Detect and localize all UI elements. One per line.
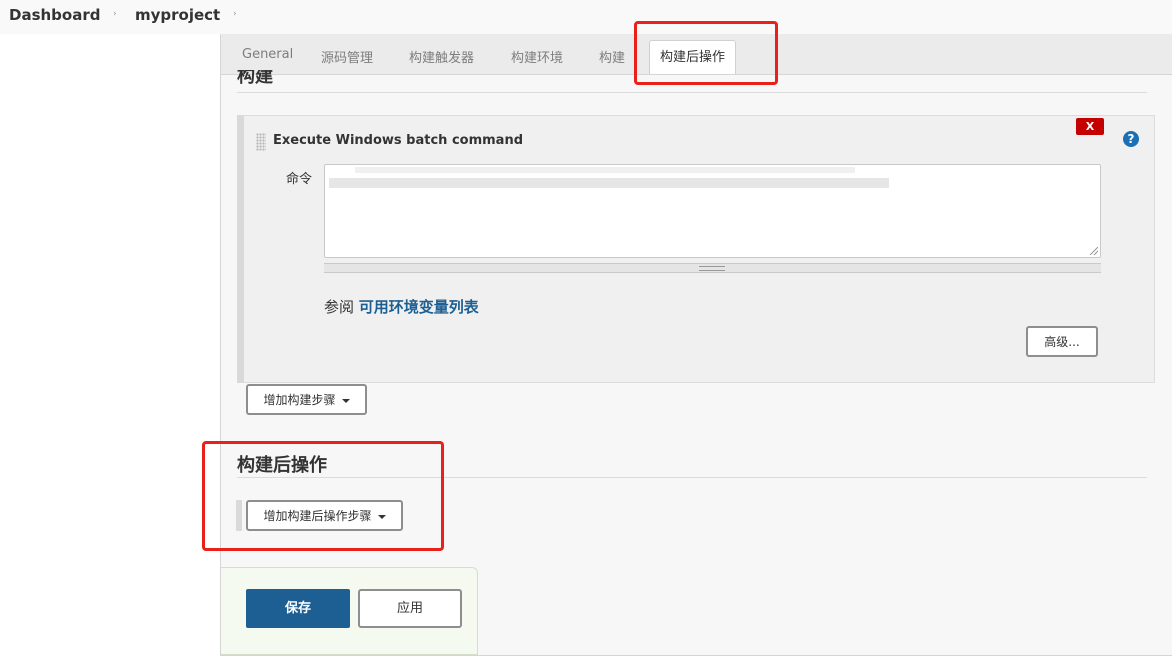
advanced-button[interactable]: 高级... — [1026, 326, 1098, 357]
chevron-down-icon — [377, 514, 386, 519]
delete-step-button[interactable]: X — [1076, 118, 1104, 135]
bottom-action-bar: 保存 应用 — [221, 567, 478, 655]
build-step-execute-windows-batch: Execute Windows batch command X 命令 参阅 可用… — [237, 115, 1155, 383]
config-panel: General 源码管理 构建触发器 构建环境 构建 构建后操作 构建 Exec… — [220, 34, 1172, 656]
command-label: 命令 — [286, 172, 313, 187]
tab-build-environment[interactable]: 构建环境 — [511, 47, 563, 66]
post-build-title: 构建后操作 — [237, 455, 327, 476]
see-also-prefix: 参阅 — [324, 298, 355, 316]
section-divider — [237, 92, 1147, 93]
save-button[interactable]: 保存 — [246, 589, 350, 628]
redacted-command-text — [329, 178, 889, 188]
chevron-down-icon — [341, 398, 350, 403]
help-icon[interactable]: ? — [1123, 131, 1139, 147]
add-post-build-step-button[interactable]: 增加构建后操作步骤 — [246, 500, 403, 531]
tab-build-triggers[interactable]: 构建触发器 — [409, 47, 474, 66]
config-tabbar: General 源码管理 构建触发器 构建环境 构建 构建后操作 — [221, 34, 1172, 75]
breadcrumb-myproject[interactable]: myproject — [135, 6, 220, 24]
tab-build[interactable]: 构建 — [599, 47, 625, 66]
redacted-command-text — [355, 167, 855, 173]
breadcrumb-separator-icon: › — [113, 9, 117, 19]
resize-grip-icon[interactable] — [1090, 247, 1098, 255]
section-divider — [237, 477, 1147, 478]
add-build-step-button[interactable]: 增加构建步骤 — [246, 384, 367, 415]
breadcrumb-dashboard[interactable]: Dashboard — [9, 6, 100, 24]
breadcrumb-separator-icon: › — [233, 9, 237, 19]
add-build-step-label: 增加构建步骤 — [263, 393, 336, 407]
drag-handle-icon[interactable] — [256, 133, 266, 151]
add-post-build-step-label: 增加构建后操作步骤 — [263, 509, 372, 523]
textarea-expand-handle[interactable] — [324, 263, 1101, 273]
tab-general[interactable]: General — [242, 47, 293, 62]
post-build-accent — [236, 500, 242, 531]
apply-button[interactable]: 应用 — [358, 589, 462, 628]
build-section-title: 构建 — [237, 70, 273, 84]
build-step-title: Execute Windows batch command — [273, 133, 524, 148]
breadcrumb: Dashboard › myproject › — [0, 0, 1172, 34]
tab-source-management[interactable]: 源码管理 — [321, 47, 373, 66]
see-also: 参阅 可用环境变量列表 — [324, 296, 479, 317]
env-vars-link[interactable]: 可用环境变量列表 — [359, 298, 479, 316]
tab-post-build-actions[interactable]: 构建后操作 — [649, 40, 737, 74]
command-textarea[interactable] — [324, 164, 1101, 258]
